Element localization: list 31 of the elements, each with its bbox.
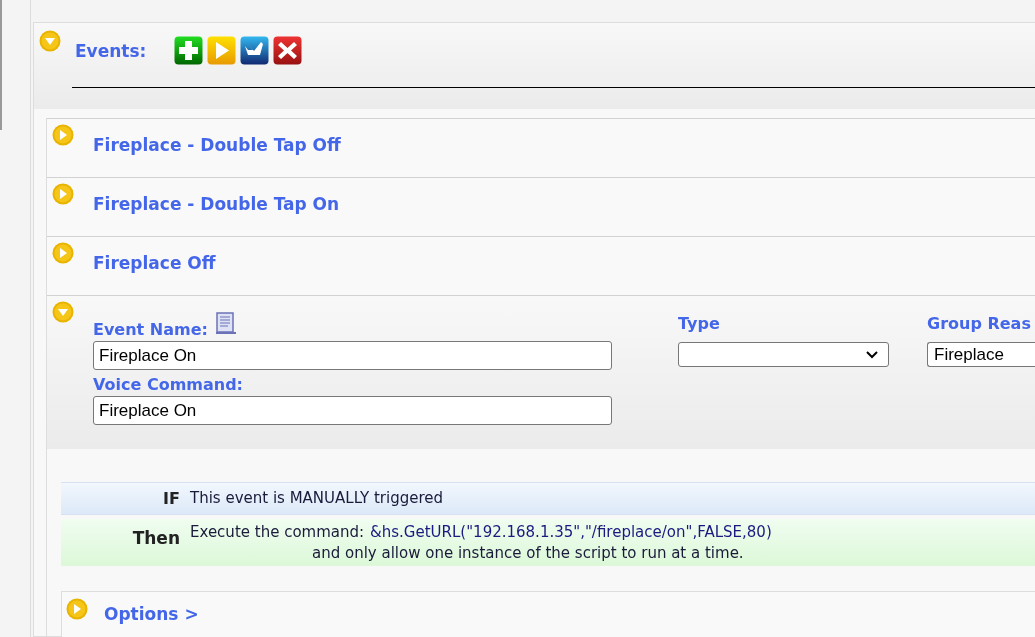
then-label: Then — [131, 527, 180, 550]
collapse-toggle-icon[interactable] — [52, 301, 74, 323]
document-icon[interactable] — [213, 312, 238, 336]
field-label: Group Reas — [927, 314, 1032, 334]
collapse-toggle-icon[interactable] — [39, 30, 61, 52]
options-panel[interactable]: Options > — [61, 591, 1035, 637]
field-label: Type — [678, 314, 721, 334]
expand-toggle-icon[interactable] — [66, 598, 88, 620]
options-link[interactable]: Options > — [104, 602, 199, 628]
action-note: and only allow one instance of the script to run at a time. — [312, 543, 745, 564]
add-icon[interactable] — [174, 36, 204, 65]
chevron-down-icon — [866, 350, 878, 359]
event-name-field[interactable]: Fireplace On — [93, 341, 612, 370]
event-title[interactable]: Fireplace - Double Tap On — [93, 192, 340, 236]
expand-toggle-icon[interactable] — [52, 124, 74, 146]
condition-text: This event is MANUALLY triggered — [190, 488, 444, 510]
event-title[interactable]: Fireplace - Double Tap Off — [93, 133, 341, 177]
event-title[interactable]: Fireplace Off — [93, 251, 216, 295]
section-title: Events: — [75, 39, 147, 63]
type-dropdown[interactable] — [678, 342, 889, 367]
field-label: Event Name: — [93, 320, 208, 340]
field-label: Voice Command: — [93, 375, 244, 395]
command-text: &hs.GetURL("192.168.1.35","/fireplace/on",FALSE,80) — [370, 522, 772, 543]
delete-icon[interactable] — [273, 36, 303, 65]
group-field[interactable]: Fireplace — [927, 342, 1035, 367]
import-icon[interactable] — [240, 36, 270, 65]
expand-toggle-icon[interactable] — [52, 183, 74, 205]
expand-toggle-icon[interactable] — [52, 242, 74, 264]
if-label: IF — [162, 487, 180, 510]
action-text: Execute the command: — [190, 522, 365, 543]
voice-command-field[interactable]: Fireplace On — [93, 396, 612, 425]
